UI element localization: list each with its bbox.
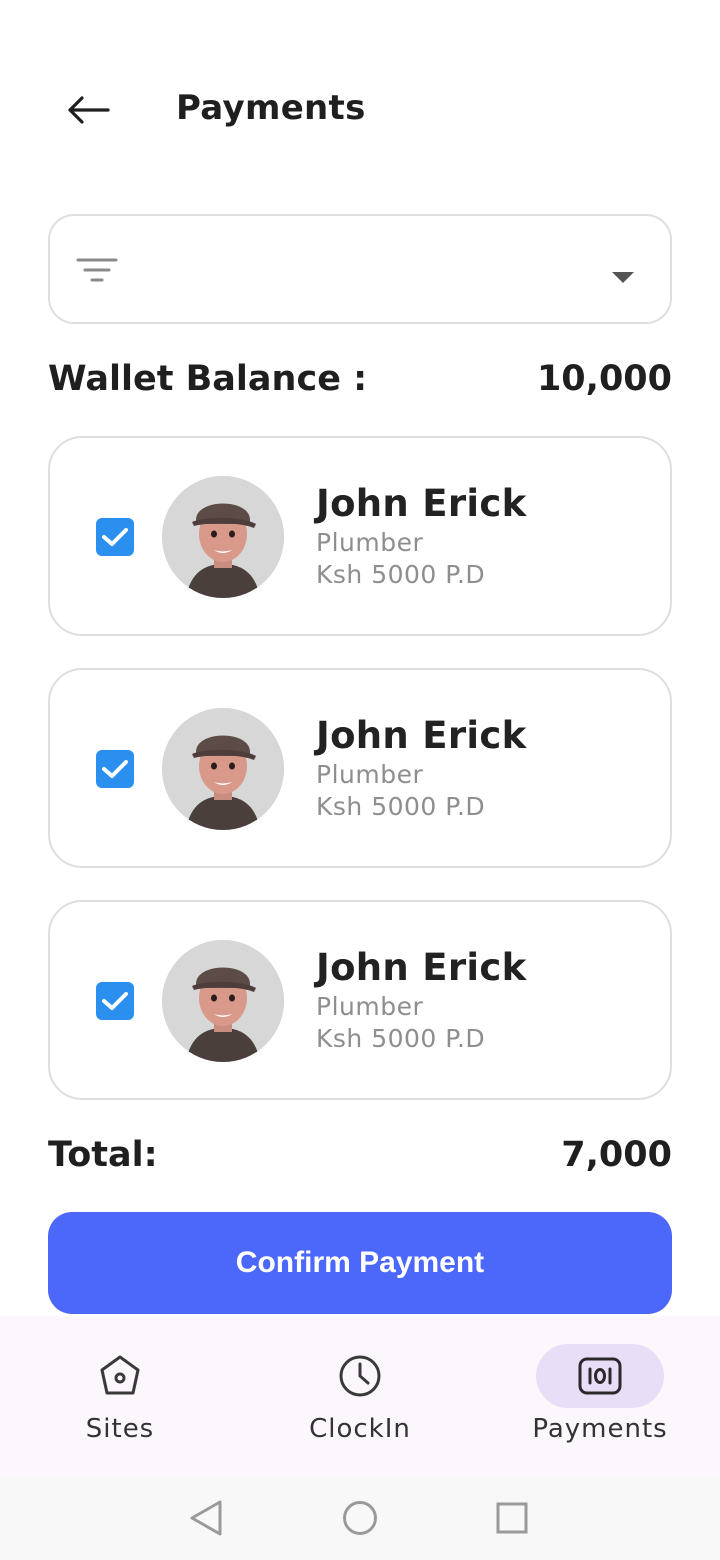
active-indicator (536, 1344, 664, 1408)
circle-home-icon (343, 1501, 377, 1535)
clock-icon (339, 1355, 381, 1397)
system-back-button[interactable] (184, 1496, 228, 1540)
nav-label-clockin: ClockIn (309, 1414, 411, 1444)
page-title: Payments (176, 88, 366, 128)
worker-name: John Erick (316, 482, 527, 525)
confirm-payment-button[interactable]: Confirm Payment (48, 1212, 672, 1314)
check-icon (102, 992, 128, 1010)
worker-card[interactable]: John Erick Plumber Ksh 5000 P.D (48, 436, 672, 636)
nav-label-sites: Sites (85, 1414, 155, 1444)
total-row: Total: 7,000 (48, 1132, 672, 1178)
worker-checkbox[interactable] (96, 750, 134, 788)
wallet-balance-label: Wallet Balance : (48, 359, 368, 399)
caret-down-icon (612, 272, 634, 283)
worker-checkbox[interactable] (96, 982, 134, 1020)
avatar (162, 708, 284, 830)
nav-label-payments: Payments (532, 1414, 668, 1444)
avatar (162, 940, 284, 1062)
worker-card[interactable]: John Erick Plumber Ksh 5000 P.D (48, 900, 672, 1100)
check-icon (102, 760, 128, 778)
system-home-button[interactable] (338, 1496, 382, 1540)
nav-item-clockin[interactable]: ClockIn (270, 1344, 450, 1464)
filter-dropdown[interactable] (48, 214, 672, 324)
payments-icon (578, 1357, 622, 1395)
square-recents-icon (496, 1502, 528, 1534)
bottom-navigation: Sites ClockIn Payments (0, 1316, 720, 1476)
total-value: 7,000 (561, 1135, 672, 1175)
worker-role: Plumber (316, 992, 424, 1021)
avatar (162, 476, 284, 598)
nav-item-payments[interactable]: Payments (510, 1344, 690, 1464)
worker-rate: Ksh 5000 P.D (316, 1024, 486, 1053)
worker-name: John Erick (316, 714, 527, 757)
wallet-balance-row: Wallet Balance : 10,000 (48, 356, 672, 402)
worker-rate: Ksh 5000 P.D (316, 560, 486, 589)
worker-card[interactable]: John Erick Plumber Ksh 5000 P.D (48, 668, 672, 868)
worker-rate: Ksh 5000 P.D (316, 792, 486, 821)
app-header: Payments (0, 60, 720, 160)
system-navigation-bar (0, 1476, 720, 1560)
check-icon (102, 528, 128, 546)
nav-item-sites[interactable]: Sites (30, 1344, 210, 1464)
wallet-balance-value: 10,000 (536, 359, 672, 399)
system-recents-button[interactable] (490, 1496, 534, 1540)
worker-role: Plumber (316, 760, 424, 789)
triangle-back-icon (190, 1500, 222, 1536)
back-button[interactable] (56, 86, 120, 134)
home-icon (100, 1355, 140, 1395)
worker-role: Plumber (316, 528, 424, 557)
worker-checkbox[interactable] (96, 518, 134, 556)
filter-icon (76, 258, 118, 282)
arrow-left-icon (68, 96, 110, 124)
worker-name: John Erick (316, 946, 527, 989)
total-label: Total: (48, 1135, 158, 1175)
